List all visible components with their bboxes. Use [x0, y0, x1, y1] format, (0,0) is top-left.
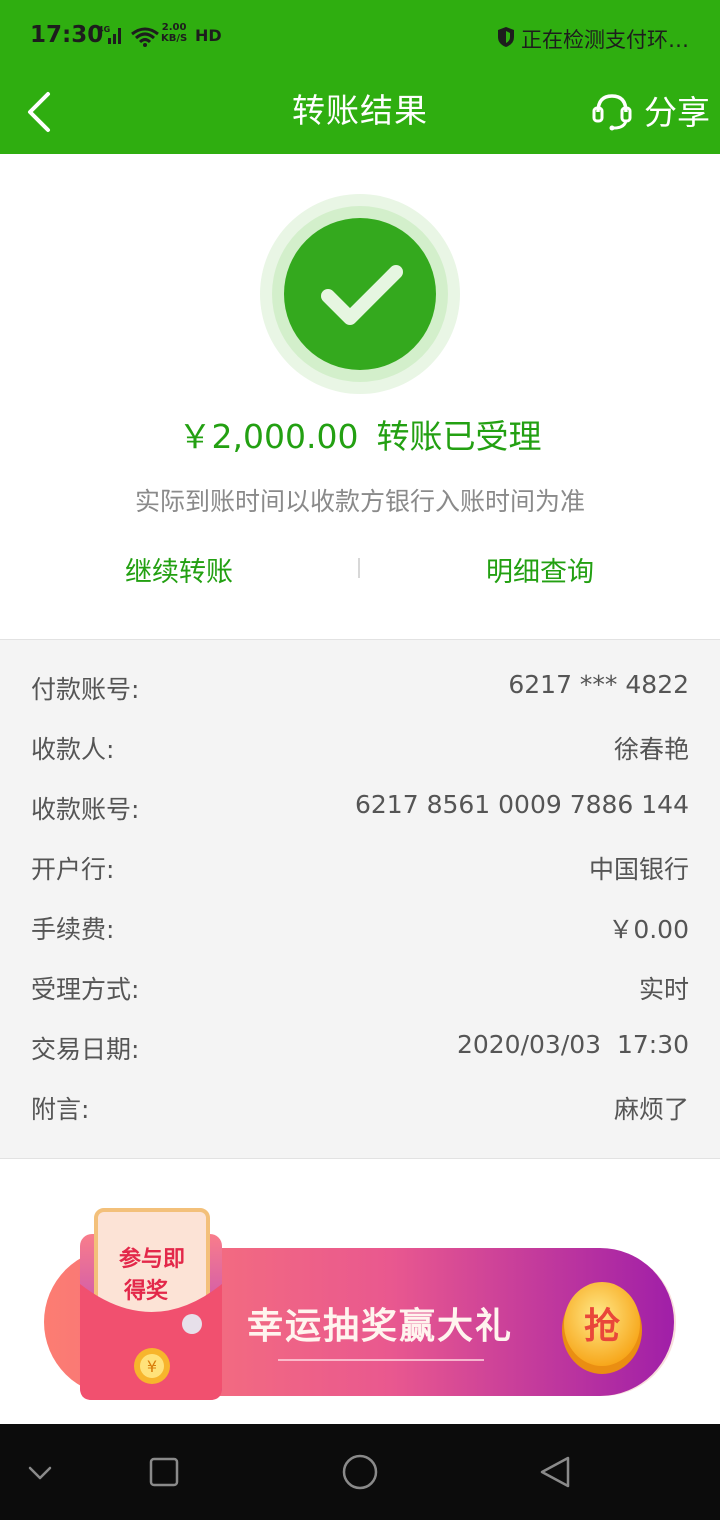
detail-row-remark: 附言: 麻烦了: [0, 1078, 720, 1138]
detail-value: 6217 8561 0009 7886 144: [355, 790, 689, 819]
detail-row-method: 受理方式: 实时: [0, 958, 720, 1018]
shield-icon: [498, 27, 514, 47]
arrival-note: 实际到账时间以收款方银行入账时间为准: [134, 487, 585, 516]
detail-row-bank: 开户行: 中国银行: [0, 838, 720, 898]
svg-text:¥: ¥: [147, 1357, 157, 1376]
transfer-details: 付款账号: 6217 *** 4822 收款人: 徐春艳 收款账号: 6217 …: [0, 639, 720, 1159]
detail-value: 2020/03/03 17:30: [456, 1030, 689, 1059]
banner-badge-line1: 参与即: [119, 1246, 185, 1272]
detail-label: 付款账号:: [31, 675, 140, 704]
wifi-icon: [131, 27, 159, 47]
result-section: ￥2,000.00 转账已受理 实际到账时间以收款方银行入账时间为准 继续转账 明…: [0, 154, 720, 640]
chevron-down-icon[interactable]: [18, 1450, 62, 1494]
detail-label: 开户行:: [31, 855, 115, 884]
square-icon[interactable]: [142, 1450, 186, 1494]
headset-icon: [592, 94, 632, 131]
action-divider: [358, 558, 360, 578]
nav-bar: 转账结果 分享: [0, 74, 720, 154]
circle-icon[interactable]: [338, 1450, 382, 1494]
detail-row-payer-account: 付款账号: 6217 *** 4822: [0, 658, 720, 718]
lottery-banner[interactable]: ¥ 参与即 得奖 幸运抽奖赢大礼 抢: [40, 1200, 680, 1412]
triangle-back-icon[interactable]: [534, 1450, 578, 1494]
detail-value: 实时: [638, 975, 689, 1004]
detail-row-payee-account: 收款账号: 6217 8561 0009 7886 144: [0, 778, 720, 838]
transfer-amount: ￥2,000.00: [178, 417, 359, 456]
detail-label: 手续费:: [31, 915, 115, 944]
transfer-status: 转账已受理: [376, 417, 542, 456]
continue-transfer-button[interactable]: 继续转账: [125, 550, 233, 589]
signal-icon: 4G: [98, 25, 121, 44]
hd-indicator: HD: [195, 26, 222, 45]
banner-badge-line2: 得奖: [123, 1278, 169, 1304]
detail-value: 麻烦了: [613, 1095, 689, 1124]
share-button[interactable]: 分享: [590, 80, 710, 140]
detail-label: 交易日期:: [31, 1035, 140, 1064]
detail-value: ￥0.00: [608, 915, 689, 944]
detail-label: 收款人:: [31, 735, 115, 764]
detail-label: 受理方式:: [31, 975, 140, 1004]
share-label: 分享: [644, 93, 710, 132]
detail-row-fee: 手续费: ￥0.00: [0, 898, 720, 958]
detail-row-date: 交易日期: 2020/03/03 17:30: [0, 1018, 720, 1078]
amount-status: ￥2,000.00 转账已受理: [0, 410, 720, 458]
status-time: 17:30: [30, 22, 104, 48]
detail-label: 附言:: [31, 1095, 90, 1124]
detail-label: 收款账号:: [31, 795, 140, 824]
check-circle-icon: [260, 194, 460, 394]
network-type-label: 4G: [98, 25, 110, 34]
grab-button-label: 抢: [584, 1305, 621, 1347]
detail-value: 徐春艳: [613, 735, 689, 764]
security-check-text: 正在检测支付环…: [521, 28, 689, 52]
speed-unit: KB/S: [161, 33, 188, 44]
system-nav-bar: [0, 1424, 720, 1520]
speed-value: 2.00: [161, 22, 187, 33]
status-bar: 17:30 4G 2.00 KB/S HD 正在检测支付环…: [0, 0, 720, 74]
detail-value: 6217 *** 4822: [508, 670, 689, 699]
network-speed: 2.00 KB/S: [161, 22, 187, 44]
detail-row-payee: 收款人: 徐春艳: [0, 718, 720, 778]
detail-value: 中国银行: [588, 855, 689, 884]
detail-query-button[interactable]: 明细查询: [486, 550, 594, 589]
banner-headline: 幸运抽奖赢大礼: [247, 1305, 513, 1347]
